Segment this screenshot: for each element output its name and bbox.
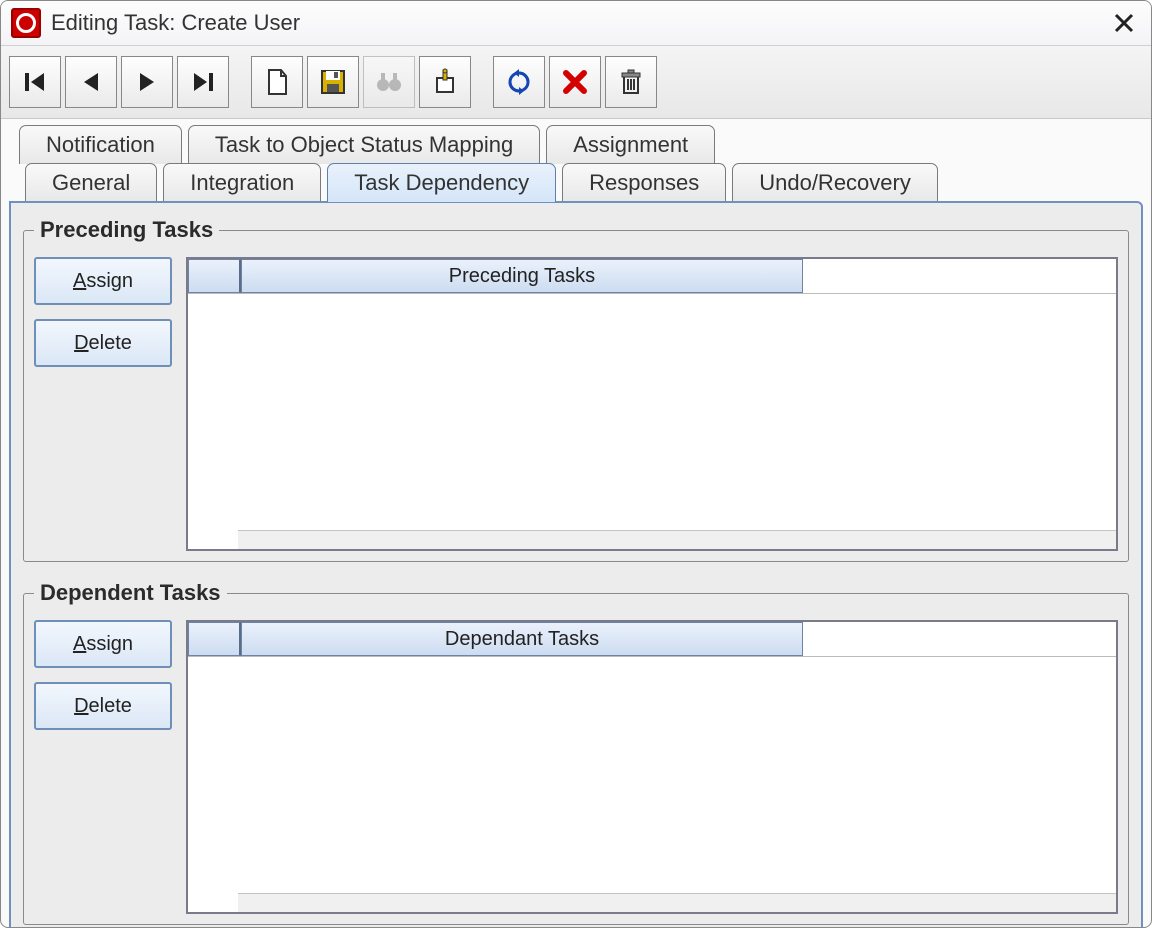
close-icon [1113, 12, 1135, 34]
window-title: Editing Task: Create User [51, 10, 300, 36]
dependent-row-selector-header[interactable] [188, 622, 241, 656]
tab-task-dependency[interactable]: Task Dependency [327, 163, 556, 202]
refresh-icon [505, 68, 533, 96]
delete-button[interactable] [549, 56, 601, 108]
preceding-assign-button[interactable]: Assign [34, 257, 172, 305]
preceding-table-header: Preceding Tasks [188, 259, 1116, 293]
preceding-tasks-column-header[interactable]: Preceding Tasks [241, 259, 803, 293]
oracle-logo-icon [11, 8, 41, 38]
delete-x-icon [562, 69, 588, 95]
new-document-icon [264, 67, 290, 97]
preceding-assign-rest: ssign [86, 270, 133, 292]
tab-task-to-object-status-mapping[interactable]: Task to Object Status Mapping [188, 125, 540, 164]
preceding-tasks-table[interactable]: Preceding Tasks [186, 257, 1118, 551]
preceding-delete-rest: elete [89, 332, 132, 354]
next-record-button[interactable] [121, 56, 173, 108]
dependent-assign-button[interactable]: Assign [34, 620, 172, 668]
preceding-table-body[interactable] [188, 293, 1116, 530]
preceding-button-column: Assign Delete [34, 257, 172, 367]
clear-button[interactable] [605, 56, 657, 108]
toolbar [1, 46, 1151, 119]
close-button[interactable] [1107, 12, 1141, 34]
preceding-delete-button[interactable]: Delete [34, 319, 172, 367]
tab-row-lower: General Integration Task Dependency Resp… [1, 163, 1151, 202]
tab-assignment[interactable]: Assignment [546, 125, 715, 164]
previous-icon [78, 69, 104, 95]
notes-button[interactable] [419, 56, 471, 108]
dependent-table-body[interactable] [188, 656, 1116, 893]
dependent-horizontal-scrollbar[interactable] [238, 893, 1116, 912]
dependent-tasks-legend: Dependent Tasks [34, 580, 227, 606]
binoculars-icon [375, 69, 403, 95]
new-button[interactable] [251, 56, 303, 108]
tab-integration[interactable]: Integration [163, 163, 321, 202]
tab-undo-recovery[interactable]: Undo/Recovery [732, 163, 938, 202]
editing-task-window: Editing Task: Create User [0, 0, 1152, 928]
dependent-delete-button[interactable]: Delete [34, 682, 172, 730]
first-record-button[interactable] [9, 56, 61, 108]
last-record-icon [190, 69, 216, 95]
find-button [363, 56, 415, 108]
first-record-icon [22, 69, 48, 95]
tab-notification[interactable]: Notification [19, 125, 182, 164]
dependent-tasks-table[interactable]: Dependant Tasks [186, 620, 1118, 914]
tab-general[interactable]: General [25, 163, 157, 202]
dependent-delete-rest: elete [89, 695, 132, 717]
dependent-button-column: Assign Delete [34, 620, 172, 730]
tab-row-upper: Notification Task to Object Status Mappi… [1, 125, 1151, 164]
dependent-table-header: Dependant Tasks [188, 622, 1116, 656]
preceding-tasks-legend: Preceding Tasks [34, 217, 219, 243]
refresh-button[interactable] [493, 56, 545, 108]
dependent-tasks-group: Dependent Tasks Assign Delete Dependant … [23, 580, 1129, 925]
preceding-row-selector-header[interactable] [188, 259, 241, 293]
preceding-tasks-group: Preceding Tasks Assign Delete Preceding … [23, 217, 1129, 562]
dependent-tasks-column-header[interactable]: Dependant Tasks [241, 622, 803, 656]
dependent-assign-rest: ssign [86, 633, 133, 655]
tab-responses[interactable]: Responses [562, 163, 726, 202]
tab-content-task-dependency: Preceding Tasks Assign Delete Preceding … [9, 201, 1143, 928]
preceding-horizontal-scrollbar[interactable] [238, 530, 1116, 549]
titlebar: Editing Task: Create User [1, 1, 1151, 46]
trash-icon [619, 68, 643, 96]
save-floppy-icon [319, 68, 347, 96]
previous-record-button[interactable] [65, 56, 117, 108]
notes-icon [431, 68, 459, 96]
last-record-button[interactable] [177, 56, 229, 108]
next-icon [134, 69, 160, 95]
save-button[interactable] [307, 56, 359, 108]
